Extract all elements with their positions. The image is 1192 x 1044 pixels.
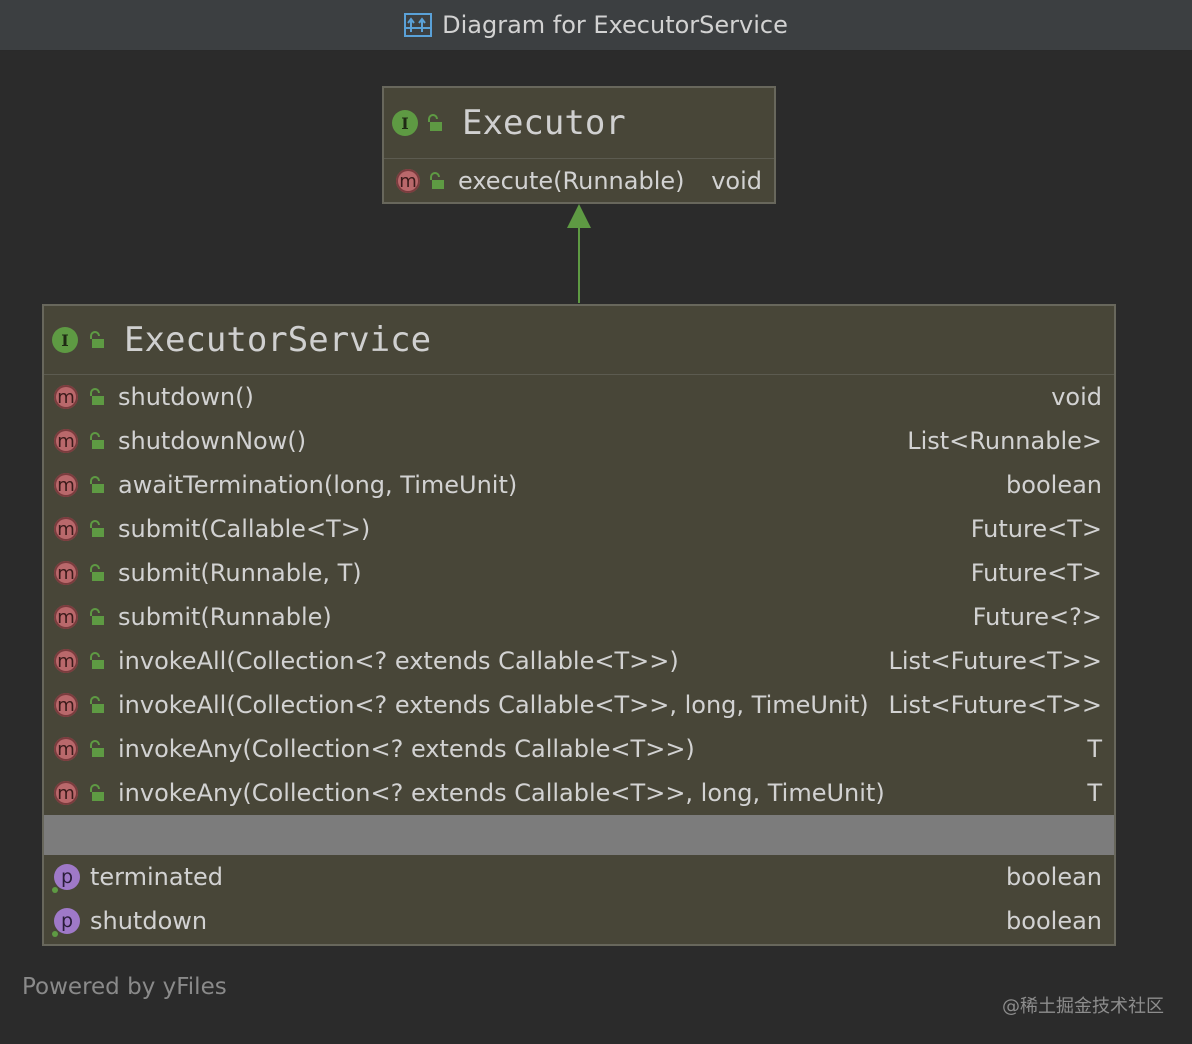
public-lock-icon xyxy=(90,608,104,625)
method-icon: m xyxy=(54,429,78,453)
method-row[interactable]: m invokeAny(Collection<? extends Callabl… xyxy=(54,771,1102,815)
class-name: ExecutorService xyxy=(124,320,432,360)
property-icon: p xyxy=(52,908,80,937)
method-name: submit(Callable<T>) xyxy=(118,515,371,543)
method-name: shutdownNow() xyxy=(118,427,307,455)
method-name: submit(Runnable, T) xyxy=(118,559,362,587)
method-row[interactable]: m invokeAll(Collection<? extends Callabl… xyxy=(54,639,1102,683)
method-return-type: Future<T> xyxy=(970,515,1102,543)
method-row[interactable]: m shutdown() void xyxy=(54,375,1102,419)
public-lock-icon xyxy=(428,114,442,131)
method-return-type: void xyxy=(711,167,762,195)
method-icon: m xyxy=(54,473,78,497)
method-row[interactable]: m submit(Callable<T>) Future<T> xyxy=(54,507,1102,551)
method-row[interactable]: m submit(Runnable) Future<?> xyxy=(54,595,1102,639)
public-lock-icon xyxy=(90,652,104,669)
method-name: submit(Runnable) xyxy=(118,603,332,631)
property-row[interactable]: p terminated boolean xyxy=(52,855,1102,899)
method-row[interactable]: m invokeAll(Collection<? extends Callabl… xyxy=(54,683,1102,727)
property-type: boolean xyxy=(1006,907,1102,935)
method-return-type: Future<?> xyxy=(972,603,1102,631)
public-lock-icon xyxy=(90,740,104,757)
interface-icon: I xyxy=(392,110,418,136)
method-row[interactable]: m execute(Runnable) void xyxy=(384,159,774,203)
interface-icon: I xyxy=(52,327,78,353)
method-icon: m xyxy=(54,561,78,585)
method-name: execute(Runnable) xyxy=(458,167,685,195)
compartment-separator xyxy=(44,815,1114,855)
method-name: invokeAll(Collection<? extends Callable<… xyxy=(118,647,679,675)
public-lock-icon xyxy=(90,784,104,801)
method-row[interactable]: m awaitTermination(long, TimeUnit) boole… xyxy=(54,463,1102,507)
method-return-type: T xyxy=(1087,779,1102,807)
method-icon: m xyxy=(54,605,78,629)
watermark: @稀土掘金技术社区 xyxy=(1002,996,1164,1017)
public-lock-icon xyxy=(90,696,104,713)
public-lock-icon xyxy=(90,564,104,581)
method-return-type: T xyxy=(1087,735,1102,763)
method-row[interactable]: m invokeAny(Collection<? extends Callabl… xyxy=(54,727,1102,771)
method-icon: m xyxy=(54,737,78,761)
class-header: I Executor xyxy=(384,88,774,159)
executorservice-class-box[interactable]: I ExecutorService m shutdown() void m sh… xyxy=(42,304,1116,946)
method-return-type: List<Future<T>> xyxy=(888,647,1102,675)
public-lock-icon xyxy=(90,432,104,449)
method-name: invokeAll(Collection<? extends Callable<… xyxy=(118,691,869,719)
method-row[interactable]: m submit(Runnable, T) Future<T> xyxy=(54,551,1102,595)
class-header: I ExecutorService xyxy=(44,306,1114,375)
method-icon: m xyxy=(54,649,78,673)
public-lock-icon xyxy=(90,388,104,405)
method-icon: m xyxy=(396,169,420,193)
public-lock-icon xyxy=(90,331,104,348)
method-icon: m xyxy=(54,693,78,717)
public-lock-icon xyxy=(90,520,104,537)
powered-by-label: Powered by yFiles xyxy=(22,974,227,1000)
method-name: invokeAny(Collection<? extends Callable<… xyxy=(118,779,885,807)
method-return-type: List<Runnable> xyxy=(907,427,1102,455)
class-name: Executor xyxy=(462,103,626,143)
method-return-type: List<Future<T>> xyxy=(888,691,1102,719)
method-name: shutdown() xyxy=(118,383,254,411)
method-row[interactable]: m shutdownNow() List<Runnable> xyxy=(54,419,1102,463)
method-return-type: void xyxy=(1051,383,1102,411)
methods-compartment: m shutdown() void m shutdownNow() List<R… xyxy=(44,375,1114,815)
property-name: terminated xyxy=(90,863,223,891)
method-icon: m xyxy=(54,781,78,805)
method-name: invokeAny(Collection<? extends Callable<… xyxy=(118,735,695,763)
public-lock-icon xyxy=(90,476,104,493)
method-return-type: boolean xyxy=(1006,471,1102,499)
property-icon: p xyxy=(52,864,80,893)
method-icon: m xyxy=(54,385,78,409)
properties-compartment: p terminated boolean p shutdown boolean xyxy=(44,855,1114,943)
public-lock-icon xyxy=(430,172,444,189)
property-row[interactable]: p shutdown boolean xyxy=(52,899,1102,943)
property-type: boolean xyxy=(1006,863,1102,891)
executor-class-box[interactable]: I Executor m execute(Runnable) void xyxy=(382,86,776,204)
method-name: awaitTermination(long, TimeUnit) xyxy=(118,471,518,499)
property-name: shutdown xyxy=(90,907,208,935)
method-return-type: Future<T> xyxy=(970,559,1102,587)
method-icon: m xyxy=(54,517,78,541)
